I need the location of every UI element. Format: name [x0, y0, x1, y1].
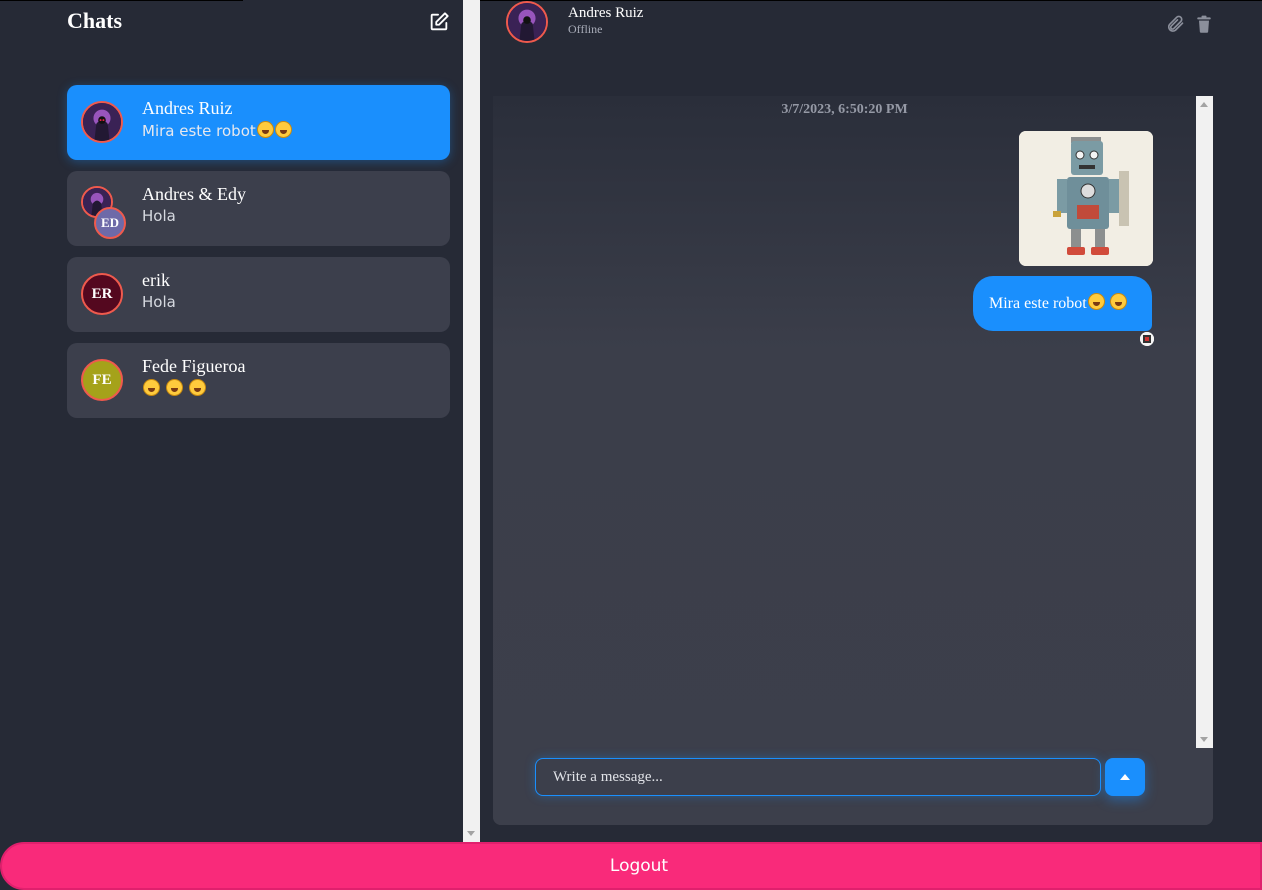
profile-photo-icon [1140, 332, 1154, 346]
divider [0, 0, 243, 1]
message-scrollbar[interactable] [1196, 96, 1213, 748]
message-bubble-sent: Mira este robot [973, 276, 1152, 331]
chat-name: Andres & Edy [142, 184, 246, 204]
chat-preview [142, 379, 206, 398]
paperclip-icon[interactable] [1165, 14, 1185, 34]
scroll-down-icon[interactable] [1200, 737, 1208, 742]
chat-item-andres-ruiz[interactable]: Andres Ruiz Mira este robot [67, 85, 450, 160]
contact-name: Andres Ruiz [568, 5, 644, 21]
chat-preview: Hola [142, 207, 176, 225]
message-area: 3/7/2023, 6:50:20 PM Mira este robot [493, 96, 1213, 825]
chat-item-fede-figueroa[interactable]: FE Fede Figueroa [67, 343, 450, 418]
contact-avatar [506, 1, 548, 43]
message-image[interactable] [1019, 131, 1153, 266]
laughing-emoji-icon [256, 121, 274, 138]
scroll-down-icon[interactable] [467, 831, 475, 836]
send-arrow-icon [1120, 774, 1130, 780]
chat-list: Andres Ruiz Mira este robot ED Andres & … [67, 85, 450, 429]
grinning-emoji-icon [188, 379, 206, 396]
grinning-emoji-icon [165, 379, 183, 396]
trash-icon[interactable] [1194, 14, 1214, 34]
grinning-emoji-icon [143, 379, 160, 396]
compose-icon[interactable] [428, 11, 450, 33]
sidebar-title: Chats [67, 8, 123, 33]
chat-sidebar: Chats Andres Ruiz Mira este robot ED And… [0, 0, 463, 842]
conversation-view: Andres Ruiz Offline 3/7/2023, 6:50:20 PM [480, 0, 1262, 842]
contact-status: Offline [568, 22, 603, 36]
message-timestamp: 3/7/2023, 6:50:20 PM [781, 102, 908, 117]
laughing-emoji-icon [1109, 293, 1127, 310]
chat-name: erik [142, 270, 170, 290]
laughing-emoji-icon [1087, 293, 1105, 310]
avatar-initials: FE [81, 359, 123, 401]
read-receipt-avatar [1140, 332, 1154, 346]
send-button[interactable] [1105, 758, 1145, 796]
chat-name: Andres Ruiz [142, 98, 233, 118]
chat-item-andres-edy[interactable]: ED Andres & Edy Hola [67, 171, 450, 246]
divider [480, 0, 1262, 1]
avatar-initials: ER [81, 273, 123, 315]
chat-preview: Mira este robot [142, 121, 292, 140]
profile-photo-icon [508, 3, 546, 41]
scroll-up-icon[interactable] [1200, 102, 1208, 107]
profile-photo-icon [83, 103, 121, 141]
avatar-initials: ED [94, 207, 126, 239]
sidebar-scrollbar[interactable] [463, 0, 480, 842]
chat-name: Fede Figueroa [142, 356, 246, 376]
robot-image-icon [1019, 131, 1153, 266]
chat-item-erik[interactable]: ER erik Hola [67, 257, 450, 332]
avatar [81, 101, 123, 143]
laughing-emoji-icon [274, 121, 292, 138]
logout-button[interactable]: Logout [0, 842, 1262, 890]
message-input[interactable] [535, 758, 1101, 796]
chat-preview: Hola [142, 293, 176, 311]
